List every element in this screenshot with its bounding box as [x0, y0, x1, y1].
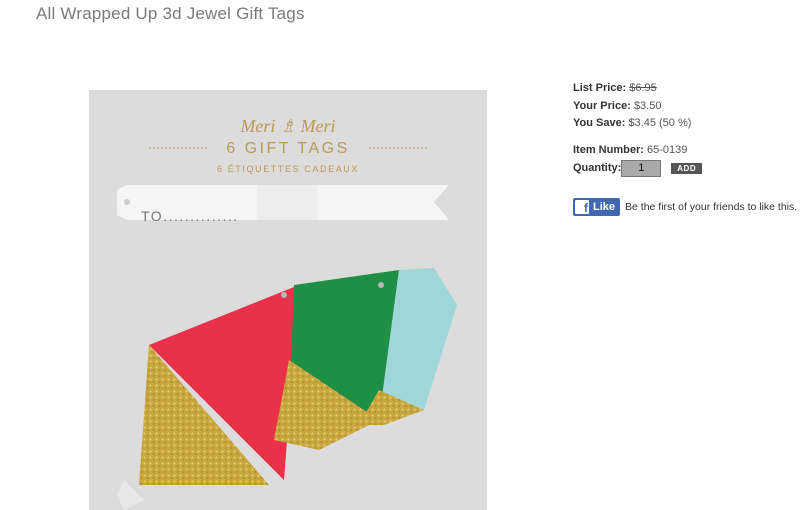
like-label: Like: [593, 201, 616, 213]
price-block: List Price: $6.95 Your Price: $3.50 You …: [573, 80, 691, 133]
quantity-row: Quantity: ADD: [573, 159, 703, 178]
product-title: All Wrapped Up 3d Jewel Gift Tags: [36, 4, 305, 23]
facebook-like-button[interactable]: f Like: [573, 198, 621, 216]
list-price-label: List Price:: [573, 82, 627, 94]
quantity-input[interactable]: [621, 159, 662, 177]
facebook-like-row: f Like Be the first of your friends to l…: [573, 198, 797, 216]
item-number-label: Item Number:: [573, 144, 644, 156]
your-price-label: Your Price:: [573, 99, 631, 112]
tag-text: TO..............: [141, 208, 239, 224]
add-to-cart-button[interactable]: ADD: [671, 162, 703, 174]
product-image[interactable]: Meri ♗ Meri 6 GIFT TAGS 6 ÉTIQUETTES CAD…: [89, 90, 487, 510]
you-save: $3.45 (50 %): [628, 117, 692, 129]
your-price: $3.50: [633, 99, 662, 112]
facebook-icon: f: [575, 200, 589, 214]
item-block: Item Number: 65-0139 Quantity: ADD: [573, 142, 703, 178]
list-price: $6.95: [629, 82, 657, 94]
item-number-row: Item Number: 65-0139: [573, 142, 702, 160]
item-number: 65-0139: [646, 144, 688, 156]
like-text: Be the first of your friends to like thi…: [625, 201, 798, 213]
list-price-row: List Price: $6.95: [573, 80, 691, 98]
card-heading: 6 GIFT TAGS: [226, 140, 350, 157]
card-brand: Meri ♗ Meri: [240, 116, 336, 136]
your-price-row: Your Price: $3.50: [573, 98, 691, 116]
you-save-label: You Save:: [573, 117, 626, 129]
card-subheading: 6 ÉTIQUETTES CADEAUX: [216, 164, 360, 174]
you-save-row: You Save: $3.45 (50 %): [573, 115, 691, 133]
quantity-label: Quantity:: [573, 161, 622, 174]
